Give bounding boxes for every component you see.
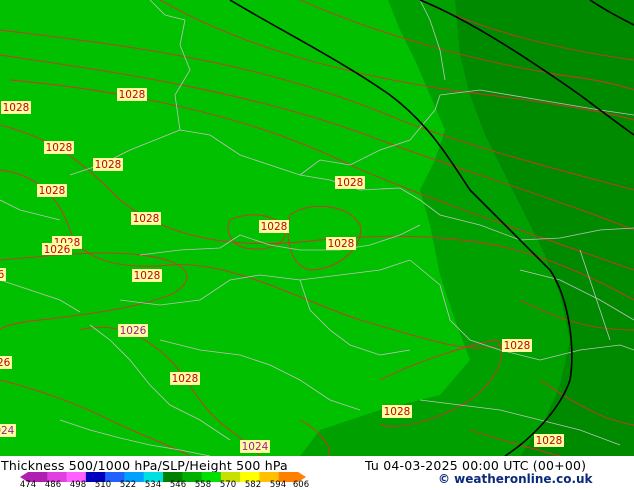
svg-text:1026: 1026 [120, 325, 147, 337]
svg-text:1024: 1024 [0, 425, 15, 437]
svg-text:1028: 1028 [261, 221, 288, 233]
isobar-label: 1024 [240, 440, 270, 453]
svg-text:1028: 1028 [119, 89, 146, 101]
weather-map: 1028 1028 1028 1028 1028 1028 1028 1028 … [0, 0, 634, 456]
scale-tick: 474 [19, 480, 37, 490]
isobar-label: 1024 [0, 424, 16, 437]
isobar-label: 1028 [382, 405, 412, 418]
isobar-label: 1028 [117, 88, 147, 101]
svg-text:1028: 1028 [337, 177, 364, 189]
svg-text:1026: 1026 [0, 269, 5, 281]
scale-tick: 546 [169, 480, 187, 490]
isobar-label: 1028 [131, 212, 161, 225]
svg-text:1028: 1028 [504, 340, 531, 352]
scale-tick: 582 [244, 480, 262, 490]
svg-text:1028: 1028 [384, 406, 411, 418]
svg-text:1028: 1028 [46, 142, 73, 154]
isobar-label: 1028 [1, 101, 31, 114]
svg-text:1028: 1028 [536, 435, 563, 447]
isobar-label: 1028 [326, 237, 356, 250]
svg-text:1028: 1028 [134, 270, 161, 282]
isobar-label: 1028 [37, 184, 67, 197]
isobar-label: 1028 [132, 269, 162, 282]
svg-text:1028: 1028 [95, 159, 122, 171]
valid-time: Tu 04-03-2025 00:00 UTC (00+00) [365, 458, 587, 473]
scale-labels: 474 486 498 510 522 534 546 558 570 582 … [0, 480, 330, 490]
isobar-label: 1026 [118, 324, 148, 337]
svg-text:1026: 1026 [0, 357, 11, 369]
svg-text:1028: 1028 [39, 185, 66, 197]
scale-tick: 606 [292, 480, 310, 490]
scale-tick: 534 [144, 480, 162, 490]
scale-tick: 510 [94, 480, 112, 490]
scale-tick: 594 [269, 480, 287, 490]
isobar-label: 1028 [259, 220, 289, 233]
scale-tick: 486 [44, 480, 62, 490]
svg-text:1028: 1028 [3, 102, 30, 114]
svg-text:1028: 1028 [133, 213, 160, 225]
svg-text:1028: 1028 [328, 238, 355, 250]
isobar-label: 1028 [170, 372, 200, 385]
isobar-label: 1028 [93, 158, 123, 171]
svg-text:1028: 1028 [172, 373, 199, 385]
scale-tick: 570 [219, 480, 237, 490]
isobar-label: 1026 [42, 243, 72, 256]
credit-link[interactable]: © weatheronline.co.uk [438, 472, 593, 486]
isobar-label: 1028 [335, 176, 365, 189]
isobar-label: 1028 [502, 339, 532, 352]
svg-text:1024: 1024 [242, 441, 269, 453]
isobar-label: 1028 [534, 434, 564, 447]
isobar-label: 1028 [44, 141, 74, 154]
scale-tick: 522 [119, 480, 137, 490]
scale-tick: 498 [69, 480, 87, 490]
isobar-label: 1026 [0, 268, 6, 281]
svg-text:1026: 1026 [44, 244, 71, 256]
scale-tick: 558 [194, 480, 212, 490]
isobar-label: 1026 [0, 356, 12, 369]
